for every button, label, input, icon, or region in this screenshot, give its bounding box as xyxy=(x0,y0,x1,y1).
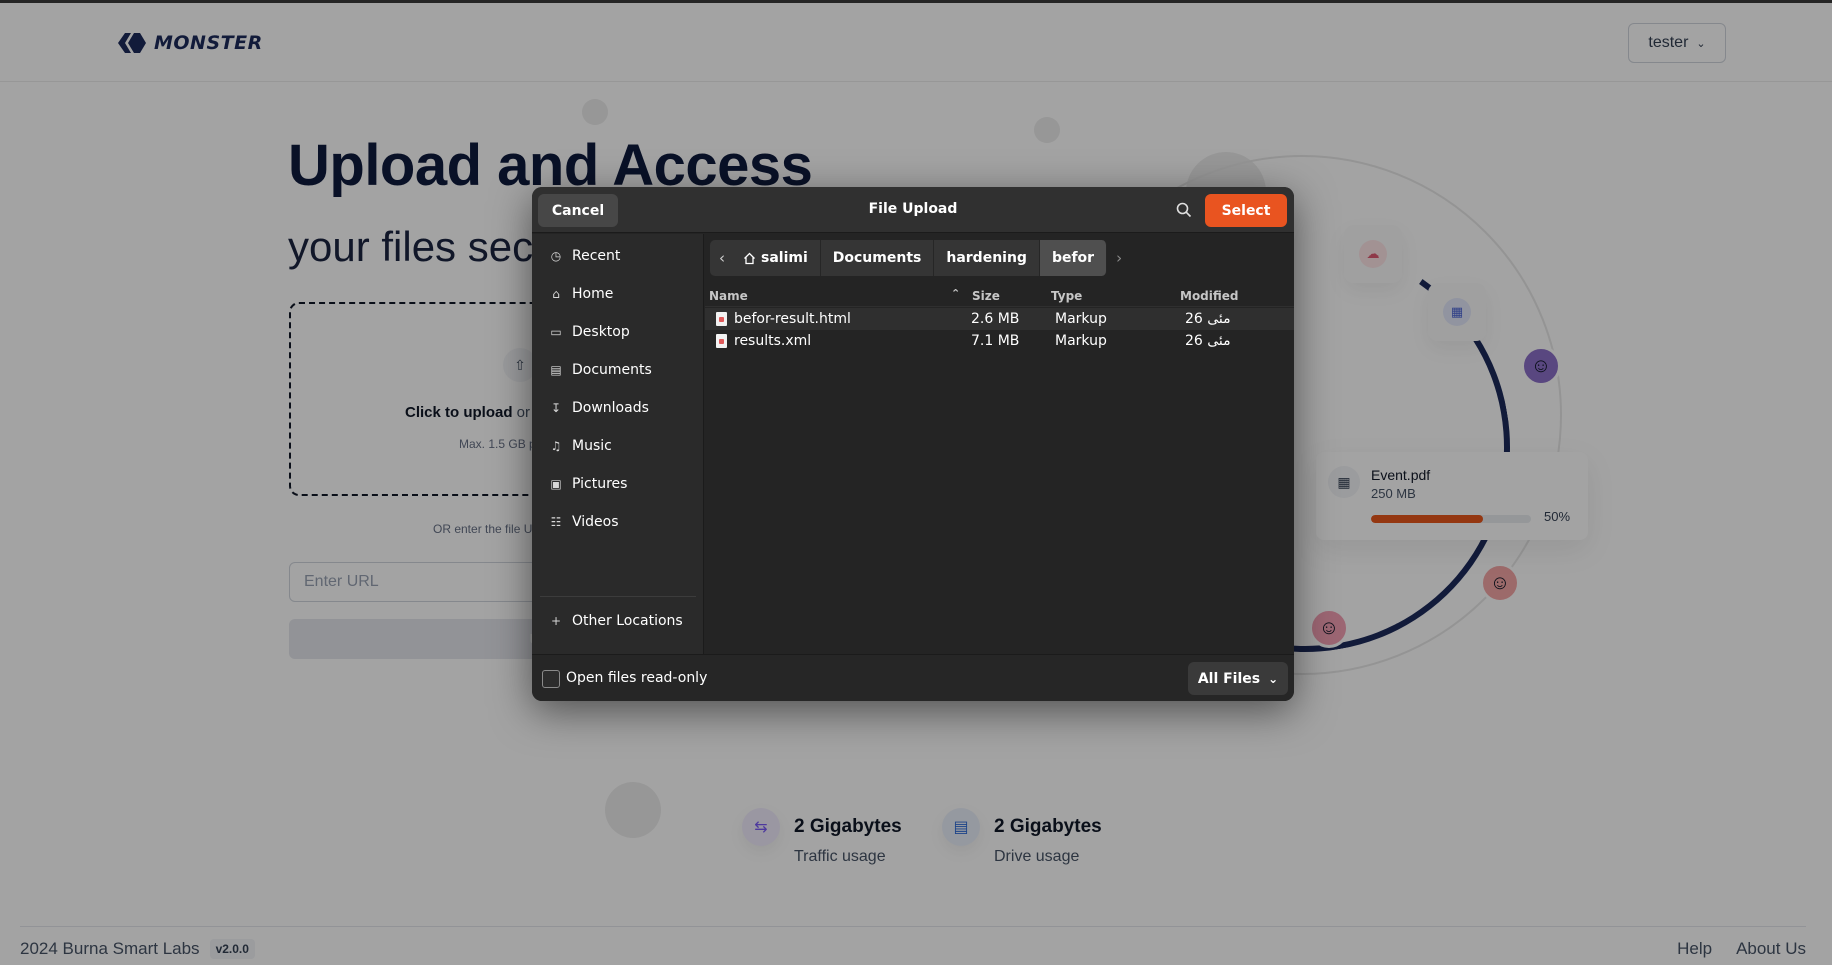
dialog-footer: Open files read-only All Files ⌄ xyxy=(532,654,1294,701)
sidebar-item-label: Recent xyxy=(572,248,621,264)
sidebar-item-label: Home xyxy=(572,286,614,302)
chevron-down-icon: ⌄ xyxy=(1268,671,1279,686)
breadcrumb-hardening[interactable]: hardening xyxy=(934,240,1040,276)
file-type: Markup xyxy=(1055,333,1107,349)
file-name: results.xml xyxy=(734,333,812,349)
desktop-icon: ▭ xyxy=(550,325,562,339)
document-icon: ▤ xyxy=(550,363,562,377)
sort-ascending-icon: ⌃ xyxy=(951,287,961,300)
plus-icon: + xyxy=(550,614,562,628)
breadcrumb-befor[interactable]: befor xyxy=(1039,240,1108,276)
path-back-button[interactable]: ‹ xyxy=(710,240,734,276)
sidebar-item-label: Pictures xyxy=(572,476,628,492)
breadcrumb-label: salimi xyxy=(761,250,808,266)
dialog-header: Cancel File Upload Select xyxy=(532,187,1294,233)
file-list: Name ⌃ Size Type Modified befor-result.h… xyxy=(705,283,1294,654)
sidebar-item-other-locations[interactable]: + Other Locations xyxy=(540,605,696,637)
sidebar-item-videos[interactable]: ☷ Videos xyxy=(540,506,696,538)
sidebar-item-recent[interactable]: ◷ Recent xyxy=(540,240,696,272)
breadcrumb-home[interactable]: salimi xyxy=(734,240,821,276)
sidebar-item-home[interactable]: ⌂ Home xyxy=(540,278,696,310)
chevron-left-icon: ‹ xyxy=(719,249,725,267)
search-icon xyxy=(1176,202,1192,218)
sidebar-item-downloads[interactable]: ↧ Downloads xyxy=(540,392,696,424)
select-button[interactable]: Select xyxy=(1205,194,1287,227)
video-icon: ☷ xyxy=(550,515,562,529)
chevron-right-icon: › xyxy=(1116,249,1123,267)
home-icon: ⌂ xyxy=(552,287,560,301)
file-row[interactable]: befor-result.html 2.6 MB Markup 26 مئی xyxy=(705,308,1294,330)
breadcrumb-documents[interactable]: Documents xyxy=(820,240,935,276)
sidebar-item-documents[interactable]: ▤ Documents xyxy=(540,354,696,386)
sidebar-item-label: Downloads xyxy=(572,400,649,416)
file-filter-label: All Files xyxy=(1197,670,1261,687)
file-row[interactable]: results.xml 7.1 MB Markup 26 مئی xyxy=(705,330,1294,352)
clock-icon: ◷ xyxy=(550,249,562,263)
sidebar-separator xyxy=(540,596,696,597)
column-modified[interactable]: Modified xyxy=(1180,289,1239,303)
sidebar-item-label: Other Locations xyxy=(572,613,683,629)
path-bar: ‹ salimi Documents hardening befor › xyxy=(710,240,1131,276)
sidebar-item-pictures[interactable]: ▣ Pictures xyxy=(540,468,696,500)
html-file-icon xyxy=(716,312,727,326)
sidebar-item-label: Videos xyxy=(572,514,619,530)
file-modified: 26 مئی xyxy=(1185,311,1231,327)
places-sidebar: ◷ Recent ⌂ Home ▭ Desktop ▤ Documents ↧ … xyxy=(532,234,704,654)
music-icon: ♫ xyxy=(550,439,562,453)
file-size: 7.1 MB xyxy=(971,333,1020,349)
home-icon xyxy=(744,252,755,264)
column-type[interactable]: Type xyxy=(1051,289,1082,303)
sidebar-item-desktop[interactable]: ▭ Desktop xyxy=(540,316,696,348)
read-only-label[interactable]: Open files read-only xyxy=(566,670,707,686)
column-name[interactable]: Name xyxy=(709,289,748,303)
sidebar-item-label: Documents xyxy=(572,362,652,378)
file-size: 2.6 MB xyxy=(971,311,1020,327)
file-modified: 26 مئی xyxy=(1185,333,1231,349)
xml-file-icon xyxy=(716,334,727,348)
column-size[interactable]: Size xyxy=(972,289,1000,303)
search-button[interactable] xyxy=(1168,195,1200,225)
download-icon: ↧ xyxy=(550,401,562,415)
sidebar-item-label: Desktop xyxy=(572,324,630,340)
file-filter-dropdown[interactable]: All Files ⌄ xyxy=(1188,662,1288,695)
sidebar-item-music[interactable]: ♫ Music xyxy=(540,430,696,462)
path-forward-button[interactable]: › xyxy=(1107,240,1131,276)
file-list-header: Name ⌃ Size Type Modified xyxy=(705,283,1294,307)
file-type: Markup xyxy=(1055,311,1107,327)
file-name: befor-result.html xyxy=(734,311,851,327)
file-upload-dialog: Cancel File Upload Select ◷ Recent ⌂ Hom… xyxy=(532,187,1294,701)
sidebar-item-label: Music xyxy=(572,438,612,454)
read-only-checkbox[interactable] xyxy=(542,670,560,688)
picture-icon: ▣ xyxy=(550,477,562,491)
